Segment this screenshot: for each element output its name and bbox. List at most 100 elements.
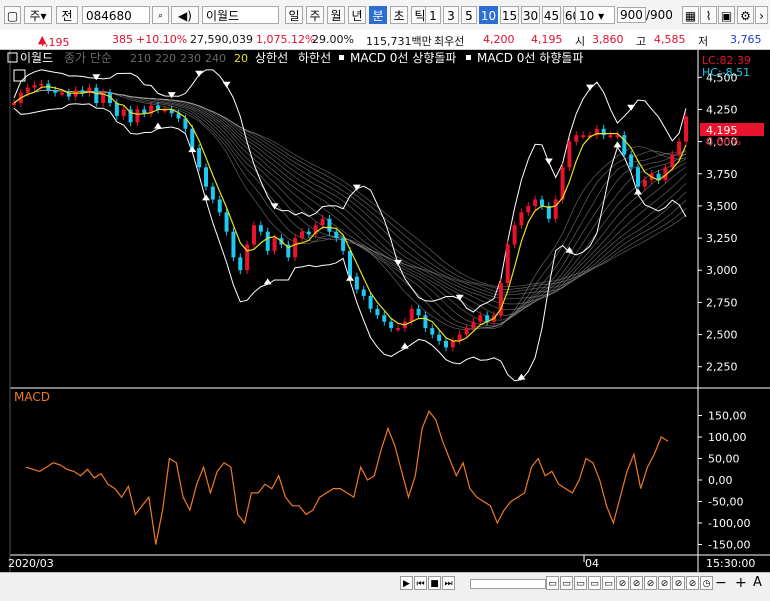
candle-body	[272, 238, 277, 251]
period-button[interactable]: 초	[390, 6, 408, 24]
bollinger-bands	[13, 69, 687, 382]
market-select[interactable]: 주▾	[24, 6, 52, 24]
ribbon-line	[13, 90, 687, 327]
candle-body	[636, 167, 640, 187]
cross-up-marker	[188, 146, 197, 153]
quote-change-pct: +10.10%	[136, 33, 188, 46]
candle-body	[53, 90, 58, 93]
x-label-time: 15:30:00	[706, 557, 755, 570]
candle-body	[608, 135, 613, 138]
layout-1-icon[interactable]: ▭	[546, 576, 559, 590]
period-button[interactable]: 주	[306, 6, 324, 24]
stock-name[interactable]: 이월드	[202, 6, 279, 24]
quote-turnover: 29.00%	[312, 33, 354, 46]
quote-bid: 4,195	[531, 33, 563, 46]
tool-2-icon[interactable]: ⊘	[630, 576, 643, 590]
cross-down-marker	[586, 84, 594, 91]
candle-body	[300, 231, 304, 239]
candle-body	[409, 308, 414, 322]
candle-body	[670, 154, 675, 168]
zoom-out-icon[interactable]: −	[715, 575, 727, 591]
period-button[interactable]: 년	[348, 6, 366, 24]
period-button[interactable]: 월	[327, 6, 345, 24]
tool-4-icon[interactable]: ⊘	[658, 576, 671, 590]
candle-body	[375, 308, 380, 316]
layout-2-icon[interactable]: ▭	[560, 576, 573, 590]
legend-macd-up: MACD 0선 상향돌파	[350, 51, 456, 65]
tool-5-icon[interactable]: ⊘	[672, 576, 685, 590]
chart-svg[interactable]: 4,5004,2504,0003,7503,5003,2503,0002,750…	[0, 50, 770, 572]
candle-body	[265, 231, 270, 251]
quote-change: 385	[112, 33, 133, 46]
count-value: 10	[579, 9, 595, 23]
interval-button[interactable]: 10	[479, 6, 498, 24]
tool-6-icon[interactable]: ⊘	[686, 576, 699, 590]
interval-button[interactable]: 5	[461, 6, 477, 24]
expand-icon[interactable]: ›	[755, 6, 768, 24]
scroll-end-button[interactable]: ⏭	[442, 576, 455, 590]
scroll-right-button[interactable]: ▶	[400, 576, 413, 590]
candle-body	[25, 87, 30, 93]
speaker-icon[interactable]: ◀)	[171, 6, 199, 24]
candle-body	[258, 225, 263, 232]
candle-body	[190, 128, 195, 149]
interval-button[interactable]: 1	[425, 6, 441, 24]
clock-icon[interactable]: ◷	[700, 576, 713, 590]
legend-name: 이월드	[20, 51, 53, 65]
candle-body	[142, 109, 147, 114]
window-icon[interactable]: ▢	[4, 6, 21, 24]
legend-box-icon	[7, 52, 18, 63]
legend-bullet-icon	[466, 55, 471, 60]
candle-series	[12, 79, 688, 352]
macd-cross-markers	[92, 70, 642, 380]
chart-area[interactable]: 4,500 4,250 4,000 3,750 3,500 3,250 3,000 2,750…	[0, 50, 770, 572]
candle-body	[238, 257, 243, 271]
macd-tick-label: 150,00	[708, 410, 747, 423]
layout-5-icon[interactable]: ▭	[602, 576, 615, 590]
legend-ma-240: 240	[205, 52, 226, 65]
candle-body	[574, 135, 579, 142]
zoom-slider[interactable]	[470, 579, 546, 589]
candle-body	[684, 116, 688, 142]
grid-icon[interactable]: ▦	[682, 6, 699, 24]
cross-up-marker	[400, 342, 409, 349]
interval-button[interactable]: 45	[542, 6, 561, 24]
interval-button[interactable]: 3	[443, 6, 459, 24]
candle-body	[320, 218, 325, 226]
interval-button[interactable]: 15	[500, 6, 519, 24]
macd-title: MACD	[14, 390, 50, 404]
candle-body	[252, 225, 256, 245]
y-tick-label: 2,750	[706, 296, 738, 309]
chart-icon[interactable]: ⌇	[700, 6, 717, 24]
stop-button[interactable]: ■	[428, 576, 441, 590]
save-icon[interactable]: ▣	[718, 6, 735, 24]
tool-1-icon[interactable]: ⊘	[616, 576, 629, 590]
font-size-icon[interactable]: A	[753, 575, 762, 590]
quote-volume: 27,590,039	[190, 33, 253, 46]
candle-body	[135, 109, 140, 123]
search-icon[interactable]: ⌕	[152, 6, 169, 24]
layout-3-icon[interactable]: ▭	[574, 576, 587, 590]
interval-button[interactable]: 30	[521, 6, 540, 24]
period-button[interactable]: 일	[285, 6, 303, 24]
quote-high: 4,585	[654, 33, 686, 46]
code-input[interactable]: 084680	[82, 6, 150, 24]
count-select[interactable]: 10 ▾	[575, 6, 615, 24]
candle-body	[677, 141, 682, 155]
range-current[interactable]: 900	[617, 7, 646, 23]
zoom-in-icon[interactable]: +	[735, 575, 747, 591]
layout-4-icon[interactable]: ▭	[588, 576, 601, 590]
tool-3-icon[interactable]: ⊘	[644, 576, 657, 590]
cross-down-marker	[195, 70, 204, 77]
scroll-start-button[interactable]: ⏮	[414, 576, 427, 590]
candle-body	[581, 135, 586, 138]
candle-body	[389, 321, 394, 329]
cross-up-marker	[154, 122, 162, 129]
period-button[interactable]: 분	[369, 6, 387, 24]
candle-body	[32, 85, 37, 88]
quote-low: 3,765	[730, 33, 762, 46]
settings-icon[interactable]: ⚙	[737, 6, 754, 24]
market-button[interactable]: 전	[56, 6, 78, 24]
ribbon-line	[13, 90, 687, 330]
macd-tick-label: 0,00	[708, 474, 733, 487]
